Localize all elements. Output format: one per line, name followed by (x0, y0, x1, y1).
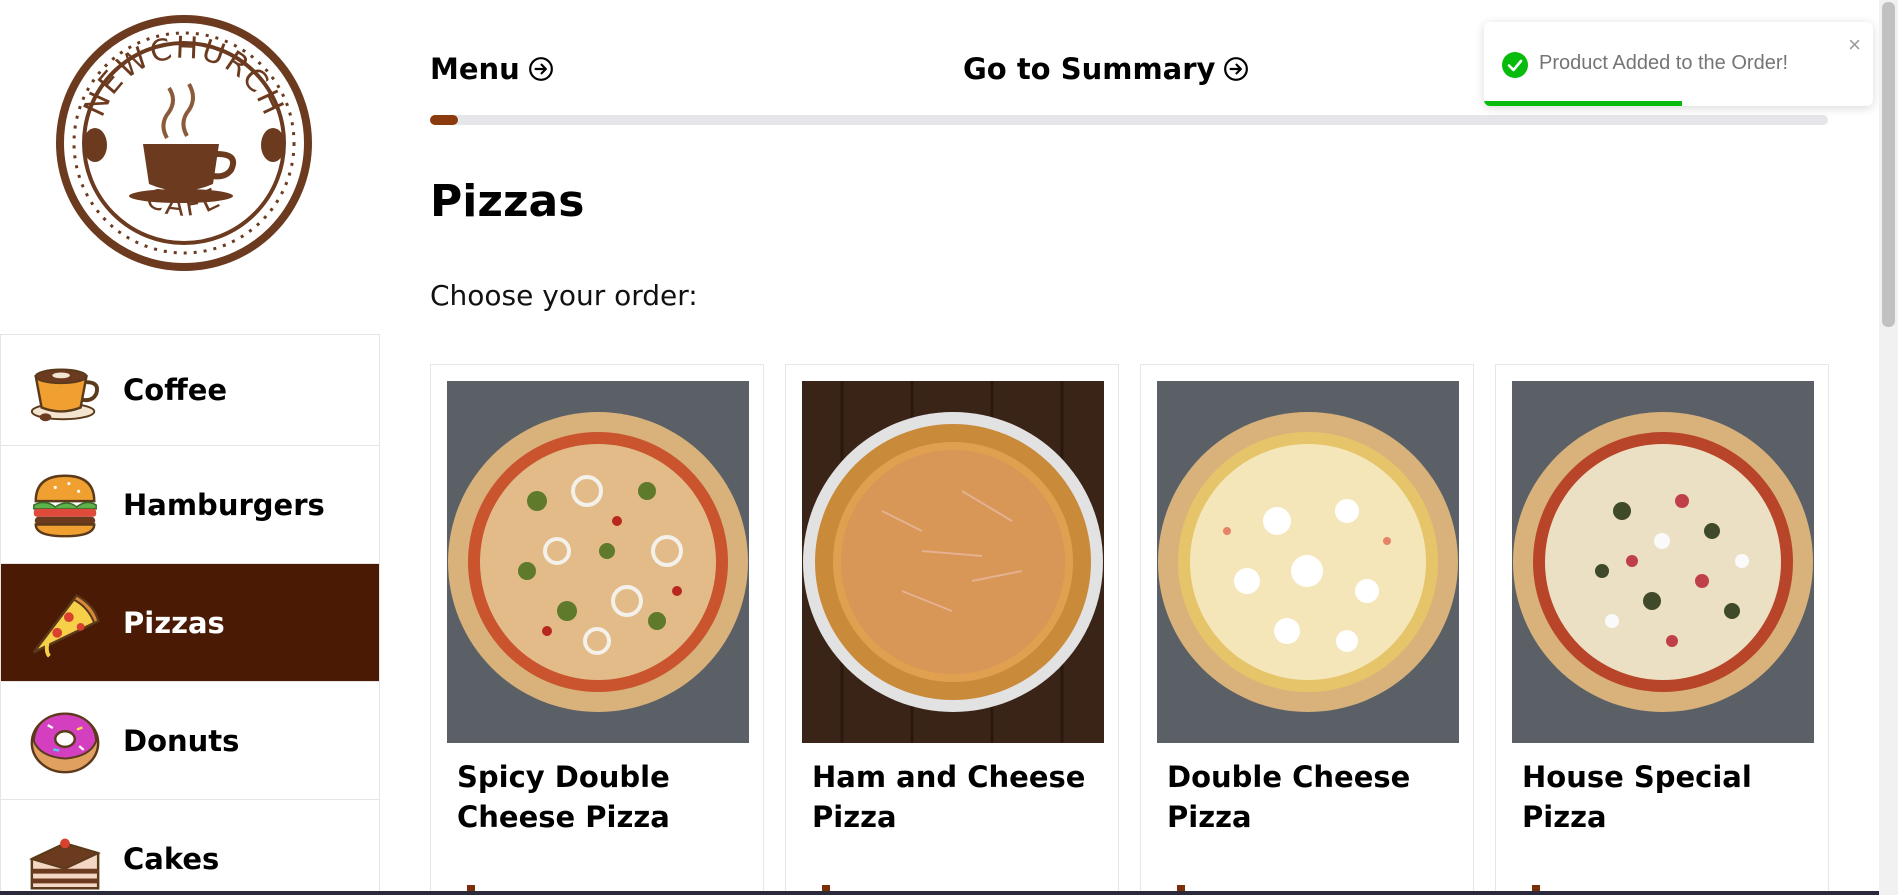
menu-step-label: Menu (430, 52, 520, 86)
menu-step-link[interactable]: Menu (430, 52, 554, 86)
product-grid: Spicy Double Cheese Pizza Ham and Cheese… (430, 364, 1829, 895)
donut-icon (25, 701, 105, 781)
product-name: Ham and Cheese Pizza (812, 760, 1086, 834)
category-sidebar: Coffee Hamburgers Pizzas Donuts Cakes (0, 334, 380, 895)
sidebar-item-coffee[interactable]: Coffee (0, 334, 380, 446)
order-progress-bar (430, 115, 1828, 125)
sidebar-item-hamburgers[interactable]: Hamburgers (0, 446, 380, 564)
sidebar-item-cakes[interactable]: Cakes (0, 800, 380, 895)
toast-message: Product Added to the Order! (1539, 52, 1789, 74)
hamburger-icon (25, 465, 105, 545)
product-card[interactable]: Ham and Cheese Pizza (785, 364, 1119, 895)
product-card[interactable]: House Special Pizza (1495, 364, 1829, 895)
summary-step-label: Go to Summary (963, 52, 1216, 86)
cafe-logo[interactable]: NEWCHURCH CAFE (55, 14, 313, 272)
cake-slice-icon (25, 819, 105, 895)
coffee-cup-icon (25, 350, 105, 430)
sidebar-item-pizzas[interactable]: Pizzas (0, 564, 380, 682)
sidebar-item-donuts[interactable]: Donuts (0, 682, 380, 800)
order-progress-fill (430, 115, 458, 125)
product-card[interactable]: Double Cheese Pizza (1140, 364, 1474, 895)
house-special-pizza-photo (1512, 381, 1814, 743)
success-check-icon (1502, 52, 1528, 78)
cafe-logo-emblem: NEWCHURCH CAFE (56, 15, 312, 271)
arrow-circle-right-icon (528, 57, 553, 81)
product-name: Double Cheese Pizza (1167, 760, 1411, 834)
scrollbar-thumb[interactable] (1882, 2, 1895, 327)
page-subtitle: Choose your order: (430, 279, 698, 312)
spicy-double-cheese-pizza-photo (447, 381, 749, 743)
sidebar-item-label: Pizzas (123, 605, 225, 640)
close-icon[interactable]: × (1848, 32, 1861, 58)
window-bottom-edge (0, 891, 1879, 895)
product-card[interactable]: Spicy Double Cheese Pizza (430, 364, 764, 895)
sidebar-item-label: Donuts (123, 723, 240, 758)
sidebar-item-label: Coffee (123, 373, 228, 407)
sidebar-item-label: Hamburgers (123, 487, 325, 522)
page-scrollbar[interactable] (1879, 0, 1898, 895)
summary-step-link[interactable]: Go to Summary (963, 52, 1249, 86)
product-name: Spicy Double Cheese Pizza (457, 760, 670, 834)
arrow-circle-right-icon (1224, 57, 1249, 81)
double-cheese-pizza-photo (1157, 381, 1459, 743)
sidebar-item-label: Cakes (123, 841, 220, 876)
page-title: Pizzas (430, 176, 585, 227)
ham-and-cheese-pizza-photo (802, 381, 1104, 743)
pizza-slice-icon (25, 583, 105, 663)
product-name: House Special Pizza (1522, 760, 1752, 834)
toast-timer-bar (1484, 101, 1683, 106)
order-toast[interactable]: Product Added to the Order! × (1484, 22, 1873, 106)
